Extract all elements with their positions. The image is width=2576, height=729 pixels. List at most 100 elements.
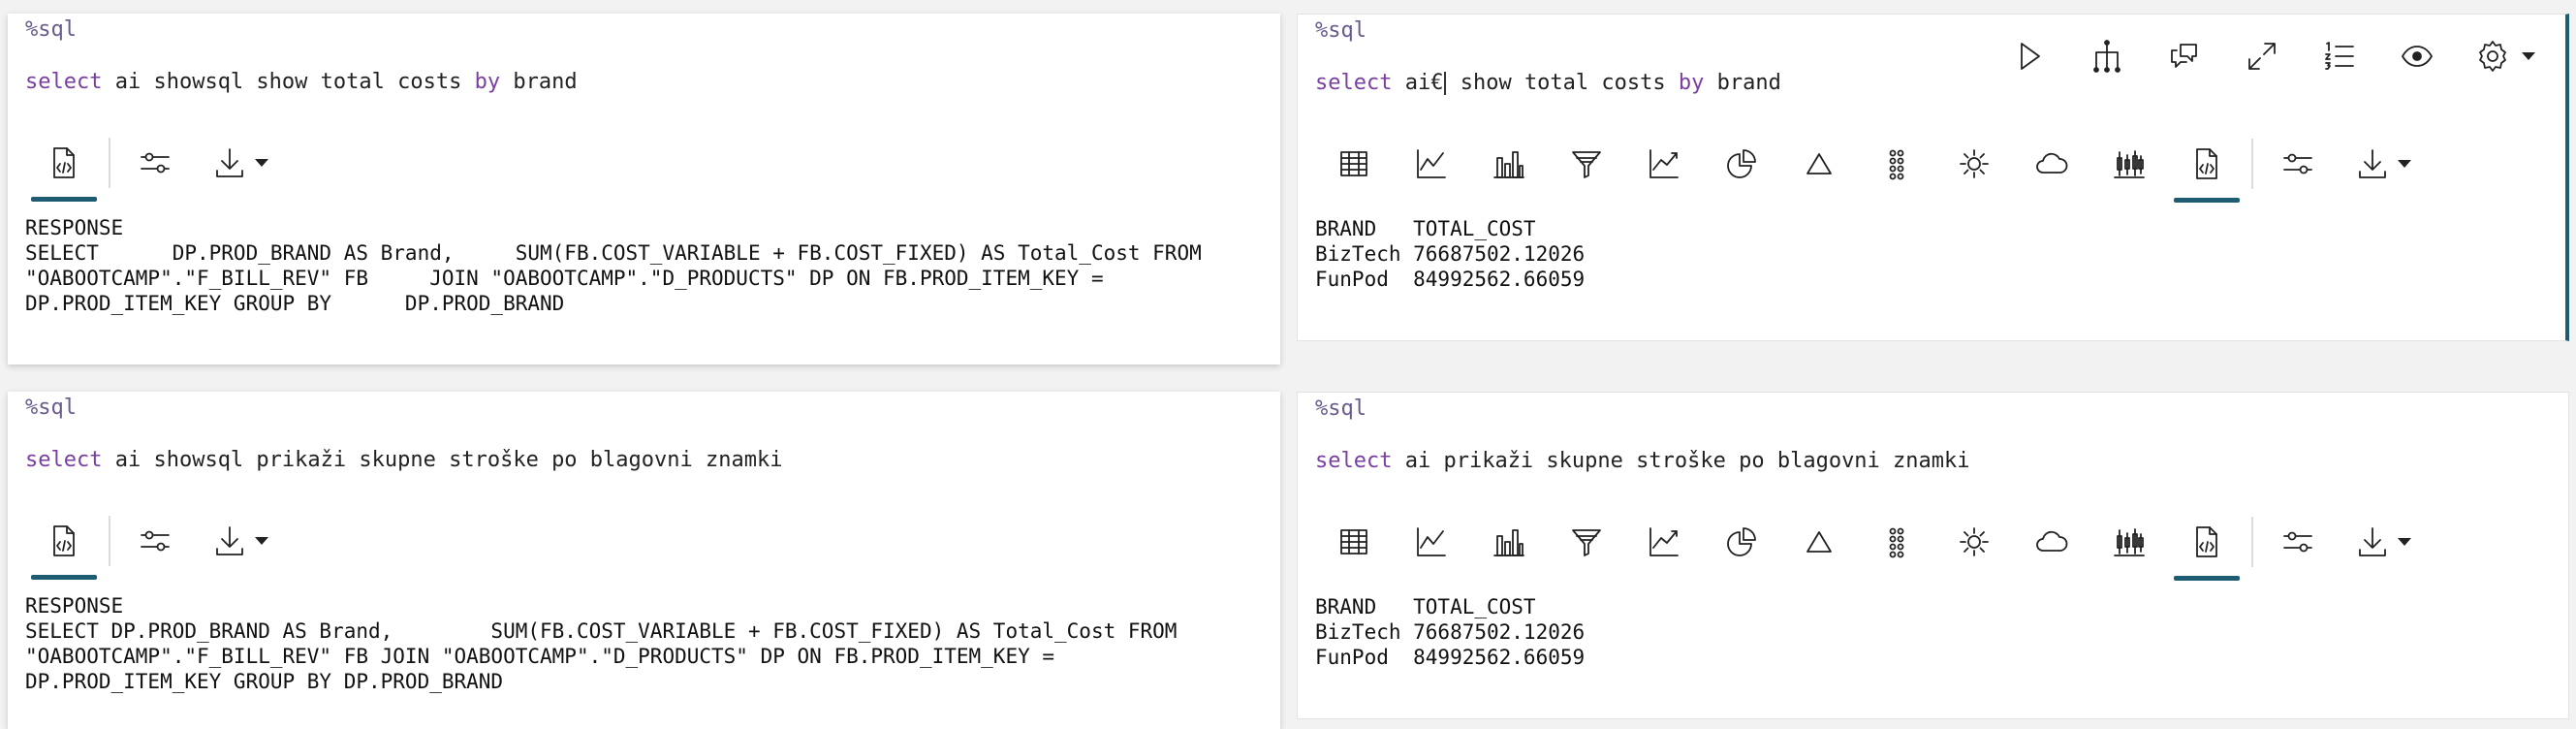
settings-button[interactable] [116, 124, 194, 202]
chevron-down-icon [255, 159, 268, 167]
download-button[interactable] [194, 502, 287, 580]
settings-button[interactable] [2259, 125, 2337, 203]
line-chart-button[interactable] [1393, 125, 1470, 203]
word-cloud-button[interactable] [2013, 503, 2090, 581]
triangle-chart-button[interactable] [1780, 125, 1858, 203]
raw-output-button[interactable] [2168, 503, 2246, 581]
settings-menu-button[interactable] [2466, 30, 2544, 82]
paragraph-output: RESPONSE SELECT DP.PROD_BRAND AS Brand, … [25, 216, 1202, 315]
download-icon [216, 526, 243, 555]
scatter-chart-button[interactable] [1858, 503, 1935, 581]
sql-statement[interactable]: select ai€ show total costs by brand [1315, 71, 1781, 95]
run-button[interactable] [2001, 30, 2058, 82]
table-icon [1340, 529, 1367, 555]
download-icon [2359, 527, 2386, 556]
area-chart-icon [1649, 527, 1679, 556]
download-button[interactable] [2337, 125, 2430, 203]
area-chart-icon [1649, 149, 1679, 178]
table-view-button[interactable] [1315, 125, 1393, 203]
dependencies-button[interactable] [2079, 30, 2135, 82]
pie-chart-button[interactable] [1703, 125, 1780, 203]
line-chart-icon [1417, 527, 1446, 556]
interpreter-label: %sql [25, 396, 77, 420]
word-cloud-button[interactable] [2013, 125, 2090, 203]
comment-icon [2171, 44, 2197, 68]
sliders-icon [141, 530, 170, 552]
dots-icon [1889, 149, 1904, 180]
chevron-down-icon [2398, 160, 2411, 168]
dots-icon [1889, 527, 1904, 558]
triangle-chart-button[interactable] [1780, 503, 1858, 581]
paragraph-output: BRAND TOTAL_COST BizTech 76687502.12026 … [1315, 217, 1586, 291]
triangle-icon [1806, 153, 1832, 174]
paragraph-tools [2001, 30, 2544, 82]
chevron-down-icon [255, 537, 268, 545]
raw-output-button[interactable] [2168, 125, 2246, 203]
pie-chart-button[interactable] [1703, 503, 1780, 581]
raw-output-icon [2196, 148, 2217, 179]
cloud-icon [2036, 152, 2068, 174]
sql-statement[interactable]: select ai showsql prikaži skupne stroške… [25, 448, 782, 472]
comments-button[interactable] [2156, 30, 2213, 82]
download-icon [2359, 149, 2386, 178]
settings-button[interactable] [116, 502, 194, 580]
bar-chart-button[interactable] [1470, 125, 1548, 203]
toolbar-divider [2251, 139, 2253, 189]
sun-icon [1960, 527, 1989, 556]
chevron-down-icon [2522, 52, 2535, 60]
cloud-icon [2036, 530, 2068, 552]
pie-chart-icon [1727, 527, 1756, 556]
sql-statement[interactable]: select ai showsql show total costs by br… [25, 70, 578, 94]
interpreter-label: %sql [1315, 396, 1367, 421]
interpreter-label: %sql [1315, 18, 1367, 43]
paragraph-output: RESPONSE SELECT DP.PROD_BRAND AS Brand, … [25, 594, 1178, 693]
visibility-button[interactable] [2389, 30, 2445, 82]
run-icon [2021, 43, 2040, 70]
boxplot-chart-button[interactable] [2090, 125, 2168, 203]
area-chart-button[interactable] [1625, 125, 1703, 203]
line-numbers-button[interactable] [2311, 30, 2368, 82]
paragraph-3: %sql select ai showsql prikaži skupne st… [8, 392, 1280, 729]
numbered-list-icon [2325, 42, 2354, 70]
sliders-icon [2283, 153, 2312, 174]
download-button[interactable] [194, 124, 287, 202]
table-icon [1340, 151, 1367, 176]
sql-statement[interactable]: select ai prikaži skupne stroške po blag… [1315, 449, 1970, 473]
result-toolbar [25, 124, 287, 202]
bar-chart-button[interactable] [1470, 503, 1548, 581]
result-toolbar [25, 502, 287, 580]
triangle-icon [1806, 531, 1832, 553]
line-chart-icon [1417, 149, 1446, 178]
table-view-button[interactable] [1315, 503, 1393, 581]
area-chart-button[interactable] [1625, 503, 1703, 581]
candlestick-icon [2114, 528, 2145, 556]
bar-chart-icon [1493, 151, 1524, 178]
paragraph-1: %sql select ai showsql show total costs … [8, 14, 1280, 364]
raw-output-button[interactable] [25, 124, 103, 202]
sunburst-chart-button[interactable] [1935, 125, 2013, 203]
download-button[interactable] [2337, 503, 2430, 581]
line-chart-button[interactable] [1393, 503, 1470, 581]
sun-icon [1960, 149, 1989, 178]
toolbar-divider [2251, 517, 2253, 567]
pie-chart-icon [1727, 149, 1756, 178]
paragraph-4: %sql select ai prikaži skupne stroške po… [1297, 392, 2569, 719]
scatter-chart-button[interactable] [1858, 125, 1935, 203]
candlestick-icon [2114, 150, 2145, 178]
interpreter-label: %sql [25, 17, 77, 42]
funnel-chart-button[interactable] [1548, 503, 1625, 581]
hierarchy-icon [2093, 40, 2120, 73]
chevron-down-icon [2398, 538, 2411, 546]
visualization-toolbar [1315, 125, 2430, 203]
expand-button[interactable] [2234, 30, 2290, 82]
eye-icon [2402, 46, 2433, 67]
visualization-toolbar [1315, 503, 2430, 581]
paragraph-2: %sql select ai€ show total costs by bran… [1297, 14, 2569, 341]
funnel-chart-button[interactable] [1548, 125, 1625, 203]
raw-output-button[interactable] [25, 502, 103, 580]
funnel-icon [1572, 151, 1601, 178]
sunburst-chart-button[interactable] [1935, 503, 2013, 581]
sliders-icon [141, 152, 170, 174]
settings-button[interactable] [2259, 503, 2337, 581]
boxplot-chart-button[interactable] [2090, 503, 2168, 581]
